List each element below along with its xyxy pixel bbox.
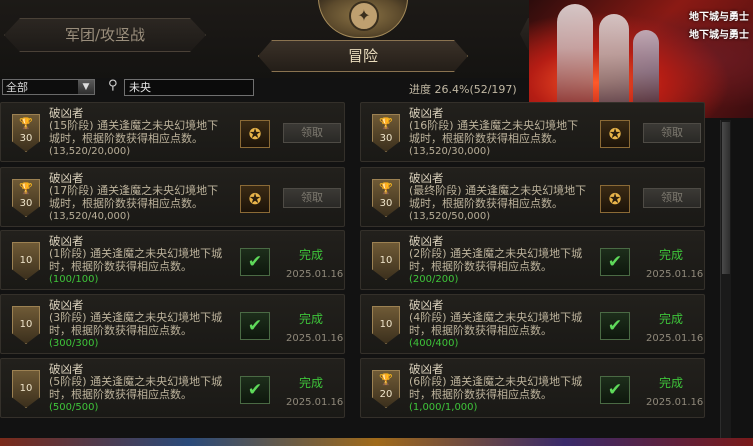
- points-value: 10: [19, 383, 33, 394]
- achievement-card[interactable]: 🏆 20 破凶者 (6阶段) 通关逢魔之未央幻境地下城时，根据阶数获得相应点数。 (1,…: [360, 358, 705, 418]
- complete-label: 完成: [659, 312, 684, 326]
- achievement-progress: (13,520/30,000): [409, 146, 491, 157]
- trophy-icon: 🏆: [19, 117, 33, 130]
- claim-button[interactable]: 领取: [643, 188, 701, 208]
- achievement-progress: (13,520/40,000): [49, 211, 131, 222]
- trophy-icon: 🏆: [19, 182, 33, 195]
- checkmark-icon: ✔: [240, 376, 270, 404]
- complete-label: 完成: [299, 376, 324, 390]
- category-dropdown-value: 全部: [6, 81, 28, 94]
- checkmark-icon: ✔: [600, 248, 630, 276]
- checkmark-icon: ✔: [240, 248, 270, 276]
- promo-banner[interactable]: 地下城与勇士 地下城与勇士: [529, 0, 753, 118]
- achievement-card[interactable]: 🏆 30 破凶者 (最终阶段) 通关逢魔之未央幻境地下城时，根据阶数获得相应点数。 (1…: [360, 167, 705, 227]
- search-icon[interactable]: ⚲: [108, 79, 122, 93]
- achievement-description: (16阶段) 通关逢魔之未央幻境地下城时，根据阶数获得相应点数。: [409, 119, 579, 145]
- trophy-icon: 🏆: [379, 117, 393, 130]
- complete-label: 完成: [299, 312, 324, 326]
- complete-date: 2025.01.16: [286, 269, 344, 280]
- checkmark-icon: ✔: [600, 312, 630, 340]
- reward-emblem-icon[interactable]: ✪: [600, 120, 630, 148]
- points-shield-icon: 🏆 30: [12, 179, 40, 217]
- tab-legion-siege[interactable]: 军团/攻坚战: [4, 18, 206, 52]
- claim-button[interactable]: 领取: [283, 188, 341, 208]
- overall-progress: 进度 26.4%(52/197): [409, 83, 517, 96]
- complete-date: 2025.01.16: [646, 333, 704, 344]
- points-shield-icon: 10: [12, 306, 40, 344]
- complete-date: 2025.01.16: [646, 269, 704, 280]
- reward-emblem-icon[interactable]: ✪: [240, 185, 270, 213]
- achievement-card[interactable]: 10 破凶者 (3阶段) 通关逢魔之未央幻境地下城时，根据阶数获得相应点数。 (300…: [0, 294, 345, 354]
- complete-label: 完成: [659, 376, 684, 390]
- points-shield-icon: 10: [372, 242, 400, 280]
- points-shield-icon: 🏆 30: [372, 179, 400, 217]
- achievement-progress: (100/100): [49, 274, 99, 285]
- tab-adventure[interactable]: 冒险: [258, 40, 468, 72]
- complete-date: 2025.01.16: [646, 397, 704, 408]
- chevron-down-icon[interactable]: ▼: [78, 80, 94, 94]
- points-value: 30: [19, 198, 33, 209]
- points-shield-icon: 🏆 30: [12, 114, 40, 152]
- achievement-progress: (200/200): [409, 274, 459, 285]
- points-value: 20: [379, 389, 393, 400]
- achievement-card[interactable]: 10 破凶者 (4阶段) 通关逢魔之未央幻境地下城时，根据阶数获得相应点数。 (400…: [360, 294, 705, 354]
- scrollbar[interactable]: [720, 120, 731, 440]
- points-value: 30: [379, 133, 393, 144]
- points-value: 10: [19, 319, 33, 330]
- achievement-progress: (13,520/50,000): [409, 211, 491, 222]
- scrollbar-thumb[interactable]: [722, 122, 730, 274]
- achievement-description: (1阶段) 通关逢魔之未央幻境地下城时，根据阶数获得相应点数。: [49, 247, 223, 273]
- claim-button[interactable]: 领取: [283, 123, 341, 143]
- character-art: [599, 14, 629, 114]
- compass-icon: ✦: [349, 1, 379, 31]
- points-shield-icon: 🏆 20: [372, 370, 400, 408]
- achievement-progress: (500/500): [49, 402, 99, 413]
- achievement-description: (6阶段) 通关逢魔之未央幻境地下城时，根据阶数获得相应点数。: [409, 375, 583, 401]
- achievement-description: (17阶段) 通关逢魔之未央幻境地下城时，根据阶数获得相应点数。: [49, 184, 219, 210]
- achievement-description: (4阶段) 通关逢魔之未央幻境地下城时，根据阶数获得相应点数。: [409, 311, 583, 337]
- achievement-progress: (400/400): [409, 338, 459, 349]
- points-value: 10: [19, 255, 33, 266]
- points-shield-icon: 🏆 30: [372, 114, 400, 152]
- compass-emblem-icon: ✦: [318, 0, 408, 38]
- complete-label: 完成: [659, 248, 684, 262]
- achievement-progress: (13,520/20,000): [49, 146, 131, 157]
- reward-emblem-icon[interactable]: ✪: [240, 120, 270, 148]
- game-logo: 地下城与勇士: [689, 12, 749, 23]
- complete-label: 完成: [299, 248, 324, 262]
- trophy-icon: 🏆: [379, 182, 393, 195]
- achievement-description: (5阶段) 通关逢魔之未央幻境地下城时，根据阶数获得相应点数。: [49, 375, 223, 401]
- points-value: 10: [379, 255, 393, 266]
- achievement-description: (最终阶段) 通关逢魔之未央幻境地下城时，根据阶数获得相应点数。: [409, 184, 587, 210]
- points-shield-icon: 10: [12, 242, 40, 280]
- points-value: 30: [379, 198, 393, 209]
- complete-date: 2025.01.16: [286, 333, 344, 344]
- achievement-card[interactable]: 🏆 30 破凶者 (15阶段) 通关逢魔之未央幻境地下城时，根据阶数获得相应点数。 (1…: [0, 102, 345, 162]
- game-logo: 地下城与勇士: [689, 30, 749, 41]
- achievement-card[interactable]: 10 破凶者 (1阶段) 通关逢魔之未央幻境地下城时，根据阶数获得相应点数。 (100…: [0, 230, 345, 290]
- points-shield-icon: 10: [372, 306, 400, 344]
- reward-emblem-icon[interactable]: ✪: [600, 185, 630, 213]
- points-value: 30: [19, 133, 33, 144]
- checkmark-icon: ✔: [240, 312, 270, 340]
- search-input[interactable]: 未央: [124, 79, 254, 96]
- achievement-card[interactable]: 10 破凶者 (5阶段) 通关逢魔之未央幻境地下城时，根据阶数获得相应点数。 (500…: [0, 358, 345, 418]
- checkmark-icon: ✔: [600, 376, 630, 404]
- points-shield-icon: 10: [12, 370, 40, 408]
- complete-date: 2025.01.16: [286, 397, 344, 408]
- achievement-description: (3阶段) 通关逢魔之未央幻境地下城时，根据阶数获得相应点数。: [49, 311, 223, 337]
- achievement-progress: (1,000/1,000): [409, 402, 478, 413]
- achievement-description: (15阶段) 通关逢魔之未央幻境地下城时，根据阶数获得相应点数。: [49, 119, 219, 145]
- category-dropdown[interactable]: 全部 ▼: [2, 79, 95, 95]
- taskbar-strip: [0, 438, 753, 446]
- achievement-card[interactable]: 🏆 30 破凶者 (16阶段) 通关逢魔之未央幻境地下城时，根据阶数获得相应点数。 (1…: [360, 102, 705, 162]
- points-value: 10: [379, 319, 393, 330]
- achievement-progress: (300/300): [49, 338, 99, 349]
- achievement-description: (2阶段) 通关逢魔之未央幻境地下城时，根据阶数获得相应点数。: [409, 247, 583, 273]
- character-art: [557, 4, 593, 114]
- achievement-card[interactable]: 🏆 30 破凶者 (17阶段) 通关逢魔之未央幻境地下城时，根据阶数获得相应点数。 (1…: [0, 167, 345, 227]
- trophy-icon: 🏆: [379, 373, 393, 386]
- achievement-card[interactable]: 10 破凶者 (2阶段) 通关逢魔之未央幻境地下城时，根据阶数获得相应点数。 (200…: [360, 230, 705, 290]
- claim-button[interactable]: 领取: [643, 123, 701, 143]
